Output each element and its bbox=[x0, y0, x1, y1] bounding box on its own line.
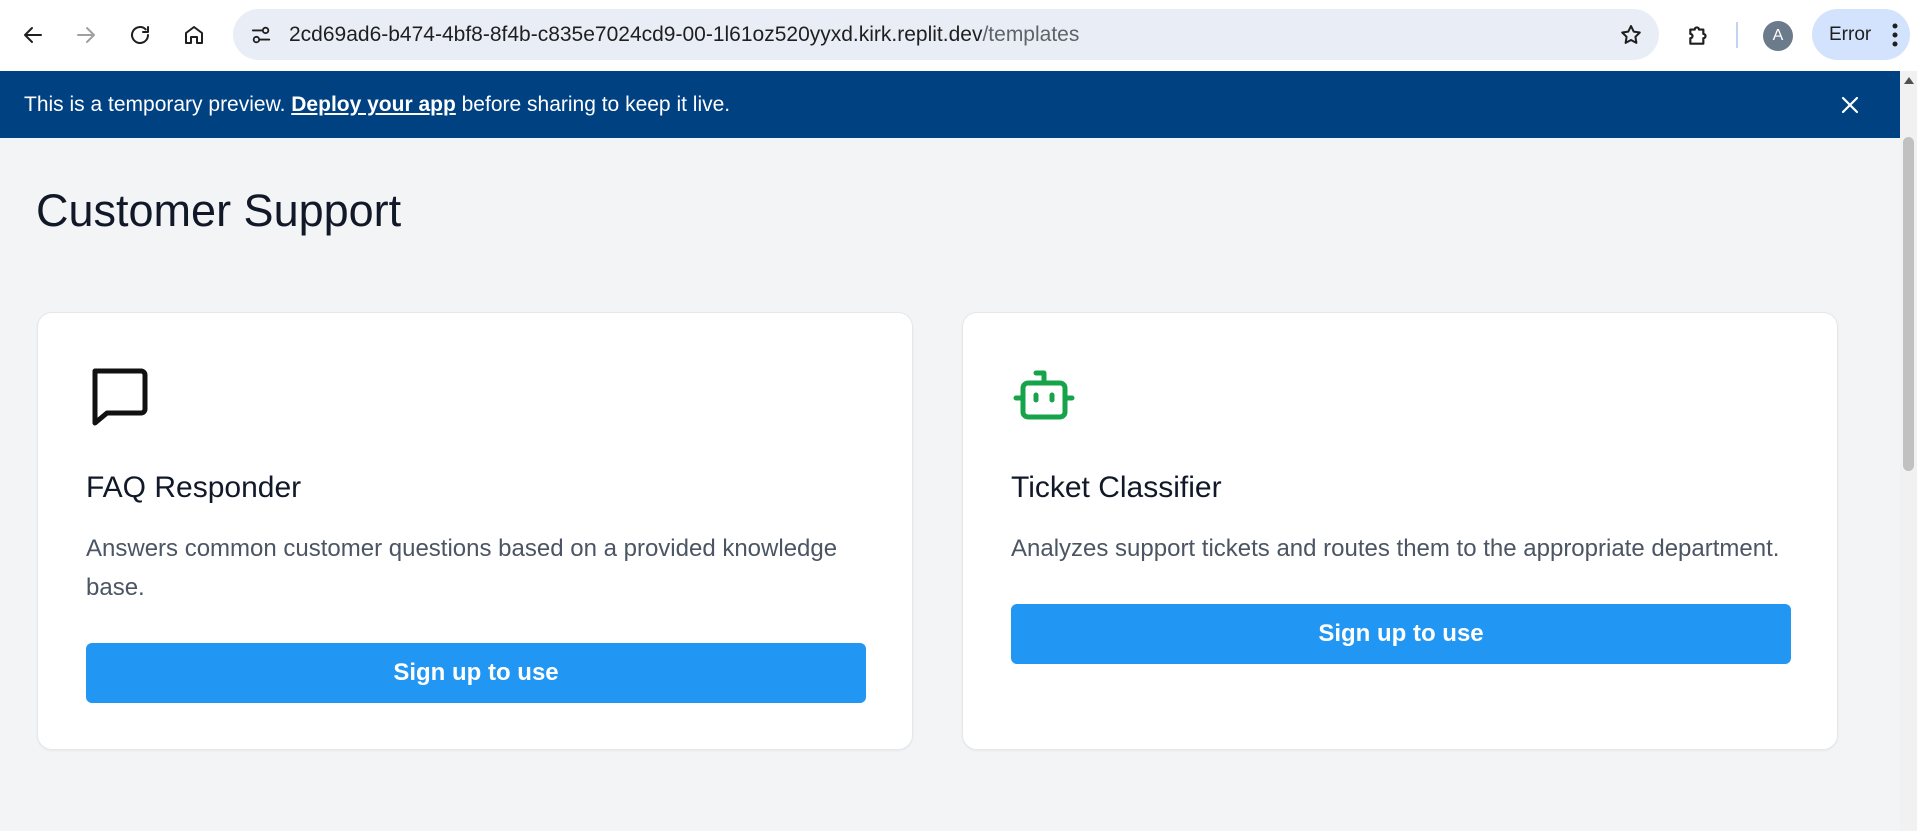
banner-close-button[interactable] bbox=[1836, 91, 1864, 119]
error-chip-button[interactable]: Error bbox=[1812, 9, 1910, 60]
close-icon bbox=[1841, 96, 1859, 114]
template-card: Ticket Classifier Analyzes support ticke… bbox=[962, 312, 1838, 750]
deploy-link[interactable]: Deploy your app bbox=[291, 93, 456, 116]
sign-up-button[interactable]: Sign up to use bbox=[86, 643, 866, 703]
arrow-left-icon bbox=[24, 27, 42, 43]
card-title: FAQ Responder bbox=[86, 471, 302, 504]
home-button[interactable] bbox=[174, 15, 214, 55]
puzzle-icon bbox=[1689, 26, 1707, 45]
toolbar-divider bbox=[1736, 22, 1738, 48]
scroll-thumb[interactable] bbox=[1903, 137, 1914, 471]
forward-button[interactable] bbox=[66, 15, 106, 55]
card-title: Ticket Classifier bbox=[1011, 471, 1222, 504]
arrow-right-icon bbox=[77, 27, 95, 43]
error-chip-label: Error bbox=[1829, 24, 1872, 45]
reload-button[interactable] bbox=[120, 15, 160, 55]
banner-text-after: before sharing to keep it live. bbox=[455, 93, 731, 116]
url-text[interactable]: 2cd69ad6-b474-4bf8-8f4b-c835e7024cd9-00-… bbox=[289, 9, 1079, 60]
more-vert-icon bbox=[1892, 23, 1898, 47]
home-icon bbox=[185, 26, 203, 44]
browser-toolbar: 2cd69ad6-b474-4bf8-8f4b-c835e7024cd9-00-… bbox=[0, 0, 1917, 71]
banner-message: This is a temporary preview. Deploy your… bbox=[24, 71, 730, 138]
banner-text-before: This is a temporary preview. bbox=[24, 93, 292, 116]
reload-icon bbox=[131, 26, 149, 44]
sign-up-button[interactable]: Sign up to use bbox=[1011, 604, 1791, 664]
preview-banner: This is a temporary preview. Deploy your… bbox=[0, 71, 1900, 138]
scroll-up-arrow-icon[interactable] bbox=[1904, 77, 1914, 84]
bookmark-star-icon[interactable] bbox=[1617, 21, 1645, 49]
page-scrollbar[interactable] bbox=[1900, 71, 1917, 831]
card-description: Analyzes support tickets and routes them… bbox=[1011, 535, 1780, 562]
profile-avatar[interactable]: A bbox=[1763, 21, 1793, 51]
message-square-icon bbox=[92, 368, 148, 426]
site-info-icon[interactable] bbox=[247, 21, 275, 49]
back-button[interactable] bbox=[13, 15, 53, 55]
page-title: Customer Support bbox=[36, 185, 402, 236]
extensions-button[interactable] bbox=[1679, 15, 1719, 55]
card-description: Answers common customer questions based … bbox=[86, 535, 838, 601]
bot-icon bbox=[1013, 370, 1075, 420]
url-path: /templates bbox=[982, 23, 1080, 46]
url-host: 2cd69ad6-b474-4bf8-8f4b-c835e7024cd9-00-… bbox=[289, 23, 983, 46]
template-card: FAQ Responder Answers common customer qu… bbox=[37, 312, 913, 750]
address-bar[interactable]: 2cd69ad6-b474-4bf8-8f4b-c835e7024cd9-00-… bbox=[233, 9, 1659, 60]
